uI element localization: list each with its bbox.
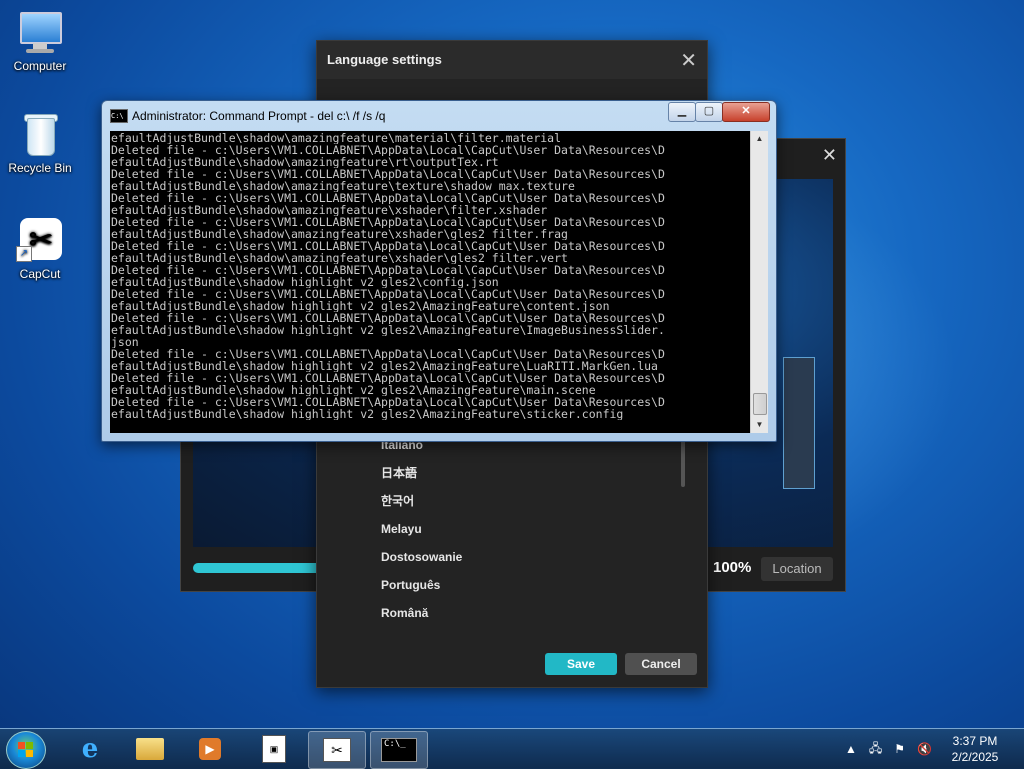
console-line: efaultAdjustBundle\shadow\amazingfeature… [111, 252, 568, 264]
windows-logo-icon [18, 742, 34, 758]
console-line: json [111, 336, 139, 348]
console-line: efaultAdjustBundle\shadow\amazingfeature… [111, 228, 568, 240]
action-center-flag-icon[interactable]: ⚑ [894, 742, 905, 756]
console-line: Deleted file - c:\Users\VM1.COLLABNET\Ap… [111, 168, 665, 180]
console-line: Deleted file - c:\Users\VM1.COLLABNET\Ap… [111, 240, 665, 252]
command-prompt-icon: C:\_ [381, 738, 417, 762]
scrollbar-thumb[interactable] [753, 393, 767, 415]
taskbar-command-prompt[interactable]: C:\_ [370, 731, 428, 769]
console-line: Deleted file - c:\Users\VM1.COLLABNET\Ap… [111, 372, 665, 384]
console-line: Deleted file - c:\Users\VM1.COLLABNET\Ap… [111, 288, 665, 300]
internet-explorer-icon: e [81, 734, 99, 764]
command-prompt-icon: C:\ [110, 109, 128, 123]
language-option-romana[interactable]: Română [317, 599, 687, 627]
shortcut-arrow-icon: ↗ [16, 246, 32, 262]
computer-icon [16, 8, 64, 56]
scroll-up-arrow-icon[interactable]: ▲ [751, 131, 768, 147]
console-line: Deleted file - c:\Users\VM1.COLLABNET\Ap… [111, 144, 665, 156]
console-line: efaultAdjustBundle\shadow_highlight_v2_g… [111, 408, 624, 420]
close-icon[interactable]: ✕ [680, 48, 697, 73]
console-line: efaultAdjustBundle\shadow_highlight_v2_g… [111, 324, 665, 336]
desktop-icon-capcut[interactable]: ✂ ↗ CapCut [2, 216, 78, 281]
taskbar-media-player[interactable]: ▶ [182, 731, 238, 767]
dialog-footer: Save Cancel [317, 641, 707, 687]
start-button[interactable] [6, 731, 46, 769]
taskbar-capcut[interactable]: ✂ [308, 731, 366, 769]
show-hidden-icons-icon[interactable]: ▲ [845, 742, 857, 756]
save-button[interactable]: Save [545, 653, 617, 675]
language-list: Italiano 日本語 한국어 Melayu Dostosowanie Por… [317, 431, 687, 627]
taskbar-file-explorer[interactable] [122, 731, 178, 767]
network-icon[interactable]: 🖧 [869, 739, 882, 760]
console-line: efaultAdjustBundle\shadow\amazingfeature… [111, 156, 499, 168]
capcut-shortcut-icon: ✂ ↗ [16, 216, 64, 264]
desktop-icon-label: Recycle Bin [8, 161, 72, 175]
media-player-icon: ▶ [199, 738, 221, 760]
language-option-melayu[interactable]: Melayu [317, 515, 687, 543]
language-option-portugues[interactable]: Português [317, 571, 687, 599]
desktop-icon-label: CapCut [19, 267, 61, 281]
console-output[interactable]: efaultAdjustBundle\shadow\amazingfeature… [110, 131, 750, 433]
console-line: efaultAdjustBundle\shadow_highlight_v2_g… [111, 360, 658, 372]
console-line: Deleted file - c:\Users\VM1.COLLABNET\Ap… [111, 216, 665, 228]
taskbar-app-window[interactable]: ▣ [246, 731, 302, 767]
location-button[interactable]: Location [761, 557, 833, 581]
desktop-icon-computer[interactable]: Computer [2, 8, 78, 73]
console-lines: efaultAdjustBundle\shadow\amazingfeature… [110, 131, 750, 420]
maximize-button[interactable]: ▢ [695, 102, 723, 122]
language-option-dostosowanie[interactable]: Dostosowanie [317, 543, 687, 571]
taskbar-internet-explorer[interactable]: e [62, 731, 118, 767]
taskbar: e ▶ ▣ ✂ C:\_ ▲ 🖧 ⚑ 🔇 3:37 PM 2/2/2025 [0, 728, 1024, 769]
console-line: efaultAdjustBundle\shadow_highlight_v2_g… [111, 384, 596, 396]
recycle-bin-icon [16, 110, 64, 158]
command-prompt-window[interactable]: C:\ Administrator: Command Prompt - del … [101, 100, 777, 442]
console-line: Deleted file - c:\Users\VM1.COLLABNET\Ap… [111, 312, 665, 324]
window-title: Administrator: Command Prompt - del c:\ … [132, 109, 386, 123]
capcut-taskbar-icon: ✂ [323, 738, 351, 762]
cancel-button[interactable]: Cancel [625, 653, 697, 675]
language-option-japanese[interactable]: 日本語 [317, 459, 687, 487]
volume-muted-icon[interactable]: 🔇 [917, 742, 932, 756]
language-option-korean[interactable]: 한국어 [317, 487, 687, 515]
clock-date: 2/2/2025 [951, 750, 999, 764]
dialog-header: Language settings ✕ [317, 41, 707, 79]
dialog-title: Language settings [327, 52, 442, 67]
settings-panel-preview [783, 357, 815, 489]
clock-time: 3:37 PM [952, 734, 998, 748]
console-line: Deleted file - c:\Users\VM1.COLLABNET\Ap… [111, 348, 665, 360]
progress-percent: 100% [713, 559, 752, 576]
language-list-scrollbar[interactable] [681, 435, 685, 487]
console-line: Deleted file - c:\Users\VM1.COLLABNET\Ap… [111, 192, 665, 204]
console-line: Deleted file - c:\Users\VM1.COLLABNET\Ap… [111, 396, 665, 408]
folder-icon [136, 738, 164, 760]
desktop-icon-recycle-bin[interactable]: Recycle Bin [2, 110, 78, 175]
console-line: efaultAdjustBundle\shadow\amazingfeature… [111, 180, 575, 192]
scroll-down-arrow-icon[interactable]: ▼ [751, 417, 768, 433]
system-tray: ▲ 🖧 ⚑ 🔇 [845, 737, 932, 761]
console-line: efaultAdjustBundle\shadow\amazingfeature… [111, 204, 548, 216]
window-titlebar[interactable]: C:\ Administrator: Command Prompt - del … [102, 101, 776, 129]
console-line: efaultAdjustBundle\shadow_highlight_v2_g… [111, 276, 499, 288]
desktop-icon-label: Computer [13, 59, 67, 73]
console-line: efaultAdjustBundle\shadow_highlight_v2_g… [111, 300, 610, 312]
close-icon[interactable]: ✕ [822, 145, 837, 166]
minimize-button[interactable]: ▁ [668, 102, 696, 122]
console-line: Deleted file - c:\Users\VM1.COLLABNET\Ap… [111, 264, 665, 276]
close-button[interactable]: ✕ [722, 102, 770, 122]
console-line: efaultAdjustBundle\shadow\amazingfeature… [111, 132, 562, 144]
taskbar-clock[interactable]: 3:37 PM 2/2/2025 [940, 733, 1010, 765]
vertical-scrollbar[interactable]: ▲ ▼ [750, 131, 768, 433]
app-window-icon: ▣ [262, 735, 286, 763]
